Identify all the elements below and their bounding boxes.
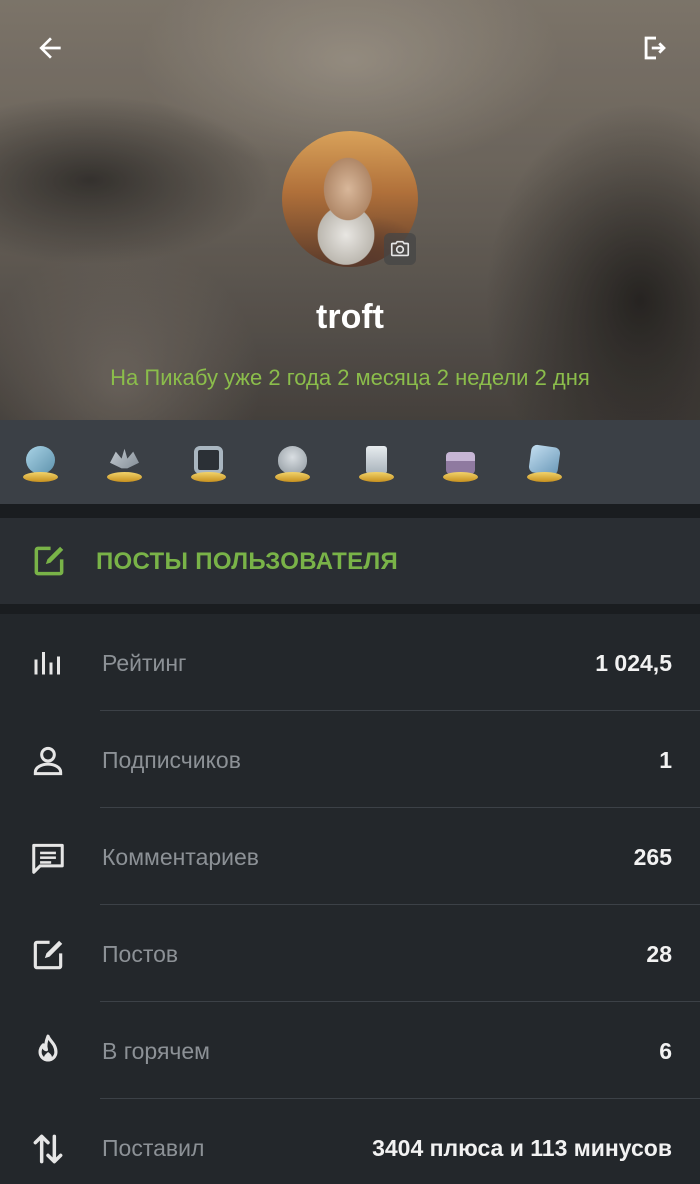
bar-chart-icon [34, 652, 60, 675]
stat-value: 1 [659, 747, 672, 773]
award-video-icon[interactable] [20, 440, 61, 484]
tenure-text: На Пикабу уже 2 года 2 месяца 2 недели 2… [110, 365, 590, 390]
awards-bar [0, 420, 700, 504]
stat-label: Поставил [102, 1135, 205, 1161]
back-button[interactable] [28, 26, 72, 70]
flame-icon [38, 1034, 58, 1062]
logout-button[interactable] [634, 26, 678, 70]
award-bat-icon[interactable] [104, 440, 145, 484]
stat-row-subscribers[interactable]: Подписчиков 1 [0, 711, 700, 808]
change-avatar-button[interactable] [384, 233, 416, 265]
user-posts-label: ПОСТЫ ПОЛЬЗОВАТЕЛЯ [96, 548, 399, 575]
arrow-left-icon [39, 37, 61, 59]
award-alien-icon[interactable] [272, 440, 313, 484]
stat-value: 1 024,5 [595, 650, 672, 676]
stat-label: В горячем [102, 1038, 210, 1064]
stat-value: 3404 плюса и 113 минусов [372, 1135, 672, 1161]
award-cake-icon[interactable] [440, 440, 481, 484]
stats-list: Рейтинг 1 024,5 Подписчиков 1 Комментари… [0, 614, 700, 1184]
user-posts-link[interactable]: ПОСТЫ ПОЛЬЗОВАТЕЛЯ [0, 518, 700, 604]
divider [0, 504, 700, 518]
comment-icon [32, 843, 64, 874]
stat-label: Рейтинг [102, 650, 187, 676]
divider [0, 604, 700, 614]
stat-value: 265 [633, 844, 672, 870]
camera-icon [390, 240, 410, 257]
stat-row-votes: Поставил 3404 плюса и 113 минусов [0, 1099, 700, 1184]
award-document-icon[interactable] [356, 440, 397, 484]
stat-row-hot[interactable]: В горячем 6 [0, 1002, 700, 1099]
stat-value: 28 [646, 941, 672, 967]
edit-icon [34, 546, 64, 576]
award-cube-icon[interactable] [524, 440, 565, 484]
stat-value: 6 [659, 1038, 672, 1064]
profile-header: troft На Пикабу уже 2 года 2 месяца 2 не… [0, 0, 700, 420]
user-icon [33, 746, 63, 776]
stat-label: Комментариев [102, 844, 260, 870]
award-frame-icon[interactable] [188, 440, 229, 484]
stat-label: Постов [102, 941, 179, 967]
stat-label: Подписчиков [102, 747, 241, 773]
stat-row-rating: Рейтинг 1 024,5 [0, 614, 700, 711]
stat-row-comments[interactable]: Комментариев 265 [0, 808, 700, 905]
sort-arrows-icon [33, 1134, 63, 1164]
edit-icon [33, 940, 63, 970]
username: troft [316, 298, 384, 336]
logout-icon [644, 36, 666, 60]
stat-row-posts[interactable]: Постов 28 [0, 905, 700, 1002]
